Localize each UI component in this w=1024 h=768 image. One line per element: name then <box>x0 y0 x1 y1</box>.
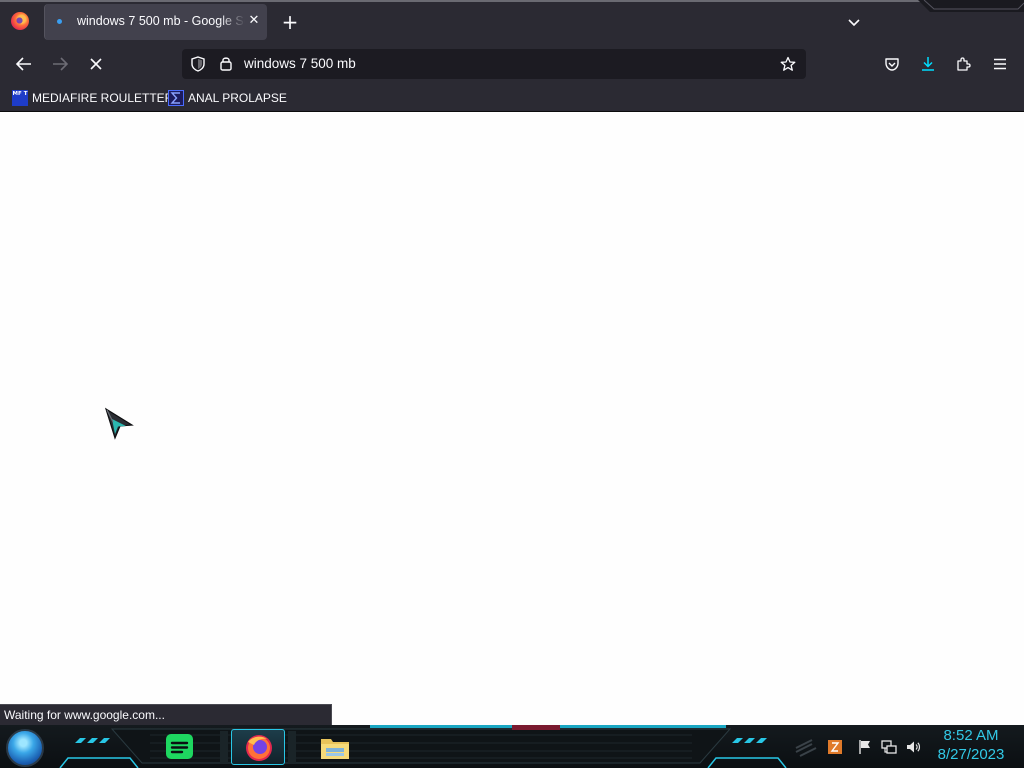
tab-active[interactable]: windows 7 500 mb - Google Search ✕ <box>44 4 267 40</box>
back-arrow-icon[interactable] <box>12 52 36 76</box>
status-panel: Waiting for www.google.com... <box>0 704 332 725</box>
new-tab-button[interactable]: + <box>279 11 301 33</box>
tracking-protection-shield-icon[interactable] <box>190 56 206 72</box>
downloads-icon[interactable] <box>920 56 936 72</box>
bookmarks-toolbar: MF T MEDIAFIRE ROULETTER ANAL PROLAPSE <box>0 84 1024 112</box>
bookmark-mediafire-rouletter[interactable]: MF T MEDIAFIRE ROULETTER <box>12 89 173 107</box>
bookmark-label: ANAL PROLAPSE <box>188 91 287 105</box>
volume-icon[interactable] <box>905 739 921 755</box>
pocket-icon[interactable] <box>884 56 900 72</box>
clock-time[interactable]: 8:52 AM <box>940 727 1002 744</box>
bookmark-star-icon[interactable] <box>780 56 796 72</box>
window-frame-decoration <box>918 0 1024 12</box>
tab-strip: windows 7 500 mb - Google Search ✕ + <box>0 0 1024 44</box>
page-content-blank[interactable] <box>0 113 1024 725</box>
loading-dot-icon <box>57 19 62 24</box>
forward-arrow-icon[interactable] <box>48 52 72 76</box>
stop-loading-icon[interactable] <box>84 52 108 76</box>
network-icon[interactable] <box>881 739 897 755</box>
file-explorer-icon[interactable] <box>318 730 352 764</box>
keyboard-icon[interactable] <box>827 739 843 755</box>
address-bar-text[interactable]: windows 7 500 mb <box>244 56 356 71</box>
spotify-icon[interactable] <box>163 730 197 764</box>
bookmark-label: MEDIAFIRE ROULETTER <box>32 91 174 105</box>
address-bar[interactable]: windows 7 500 mb <box>182 49 806 79</box>
bookmark-anal-prolapse[interactable]: ANAL PROLAPSE <box>168 89 287 107</box>
mediafire-favicon-icon: MF T <box>12 90 28 106</box>
lock-icon[interactable] <box>218 55 234 71</box>
hamburger-menu-icon[interactable] <box>992 56 1008 72</box>
start-button[interactable] <box>6 729 44 767</box>
firefox-taskbar-button[interactable] <box>231 729 285 765</box>
sigma-icon <box>168 90 184 106</box>
taskbar-wallpaper-sliver <box>512 725 560 730</box>
navigation-toolbar: windows 7 500 mb <box>0 44 1024 84</box>
mouse-pointer-icon <box>104 407 134 440</box>
chevron-down-icon[interactable] <box>846 14 862 30</box>
clock-date[interactable]: 8/27/2023 <box>930 746 1012 763</box>
taskbar: 8:52 AM 8/27/2023 <box>0 725 1024 768</box>
flag-icon[interactable] <box>857 739 873 755</box>
tab-close-icon[interactable]: ✕ <box>245 12 263 30</box>
firefox-icon <box>246 735 272 761</box>
window-top-border <box>0 0 1024 2</box>
firefox-menu-icon[interactable] <box>11 12 29 30</box>
tab-title: windows 7 500 mb - Google Search <box>77 14 245 28</box>
extensions-puzzle-icon[interactable] <box>956 56 972 72</box>
